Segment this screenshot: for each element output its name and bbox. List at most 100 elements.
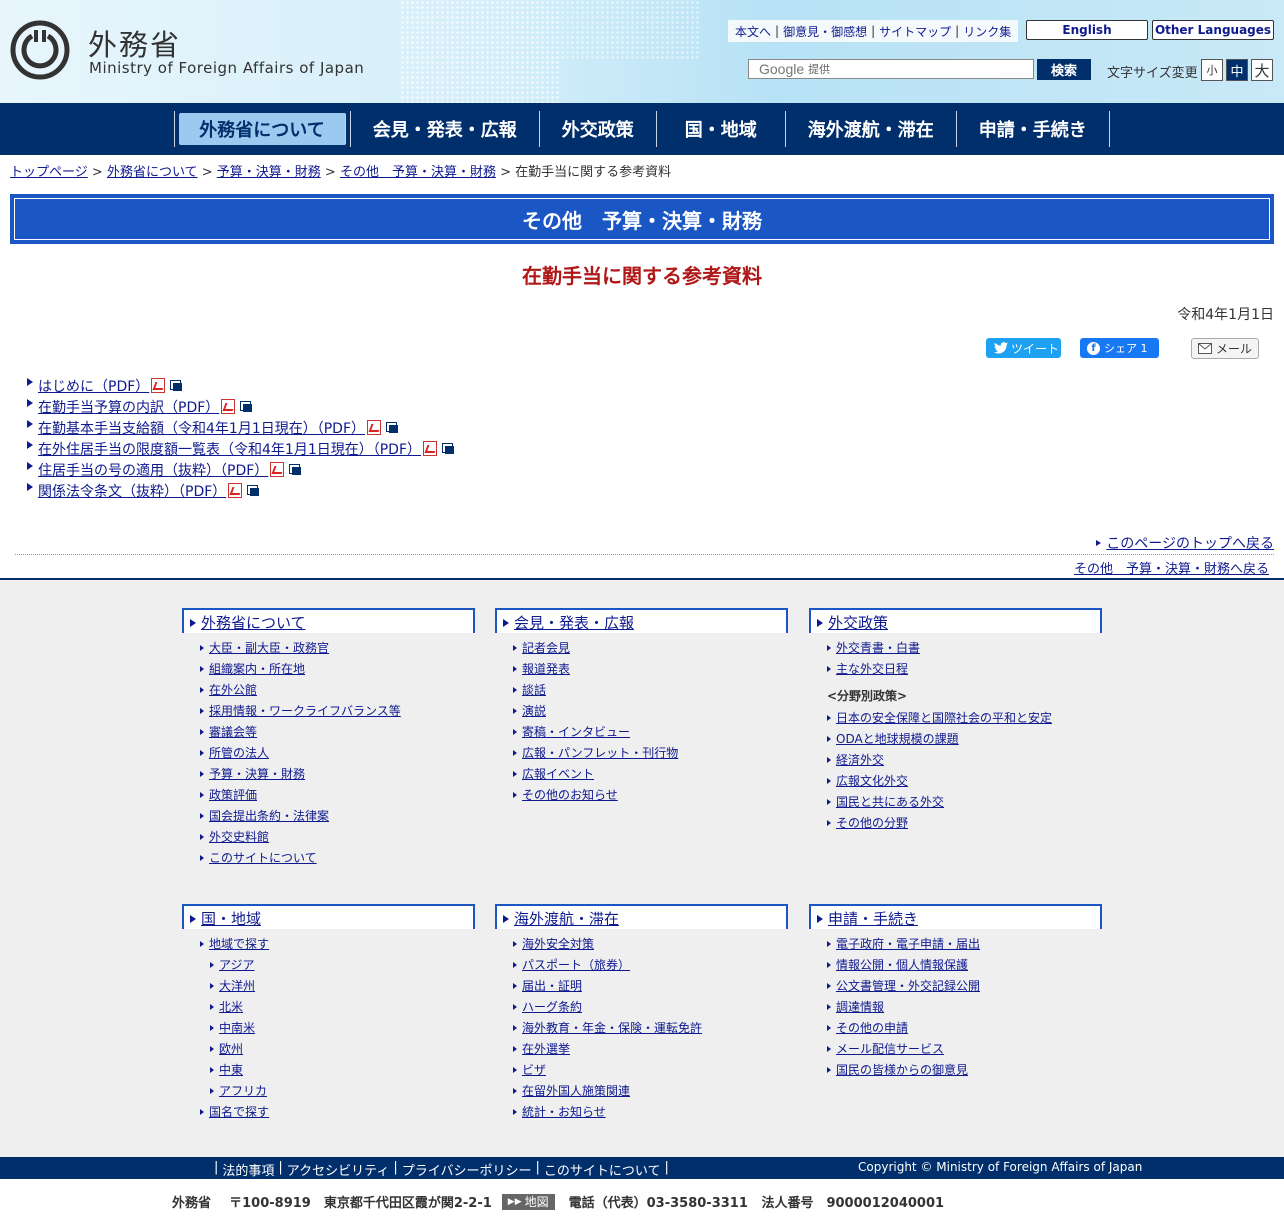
footer-link[interactable]: その他のお知らせ [522,786,618,803]
new-window-icon[interactable] [170,380,183,391]
footer-link[interactable]: 公文書管理・外交記録公開 [836,977,980,994]
footer-link[interactable]: 審議会等 [209,723,257,740]
footer-link[interactable]: 所管の法人 [209,744,269,761]
footer-link[interactable]: 情報公開・個人情報保護 [836,956,968,973]
footer-link[interactable]: 談話 [522,681,546,698]
logo-english[interactable]: Ministry of Foreign Affairs of Japan [89,59,364,77]
footer-link[interactable]: 地域で探す [209,935,269,952]
breadcrumb-link[interactable]: 予算・決算・財務 [217,165,321,180]
links-link[interactable]: リンク集 [960,23,1014,40]
footer-link[interactable]: 海外安全対策 [522,935,594,952]
mail-share-button[interactable]: メール [1191,338,1259,359]
footer-link[interactable]: 中東 [219,1061,243,1078]
footer-link[interactable]: アフリカ [219,1082,267,1099]
about-site-link[interactable]: このサイトについて [544,1160,661,1179]
footer-column-title[interactable]: 海外渡航・滞在 [514,908,619,929]
document-link[interactable]: 在勤手当予算の内訳（PDF） [38,397,219,417]
footer-link[interactable]: 報道発表 [522,660,570,677]
footer-link[interactable]: 欧州 [219,1040,243,1057]
footer-link[interactable]: 国名で探す [209,1103,269,1120]
footer-link[interactable]: 届出・証明 [522,977,582,994]
footer-link[interactable]: 組織案内・所在地 [209,660,305,677]
footer-link[interactable]: 調達情報 [836,998,884,1015]
footer-link[interactable]: 大臣・副大臣・政務官 [209,639,329,656]
footer-link[interactable]: 海外教育・年金・保険・運転免許 [522,1019,702,1036]
skip-to-content-link[interactable]: 本文へ [732,23,774,40]
footer-link[interactable]: 広報文化外交 [836,772,908,789]
document-link[interactable]: 関係法令条文（抜粋）（PDF） [38,481,226,501]
map-button[interactable]: ▶▶ 地図 [501,1193,555,1210]
footer-column-title[interactable]: 国・地域 [201,908,261,929]
new-window-icon[interactable] [289,464,302,475]
footer-link[interactable]: 北米 [219,998,243,1015]
font-size-medium-button[interactable]: 中 [1226,59,1248,81]
footer-link[interactable]: 外交史料館 [209,828,269,845]
font-size-large-button[interactable]: 大 [1251,59,1273,81]
breadcrumb-link[interactable]: 外務省について [107,165,198,180]
feedback-link[interactable]: 御意見・御感想 [780,23,870,40]
new-window-icon[interactable] [240,401,253,412]
footer-link[interactable]: 在留外国人施策関連 [522,1082,630,1099]
footer-link[interactable]: メール配信サービス [836,1040,944,1057]
footer-link[interactable]: 国民と共にある外交 [836,793,944,810]
footer-link[interactable]: 中南米 [219,1019,255,1036]
footer-link[interactable]: 広報イベント [522,765,594,782]
footer-link[interactable]: ビザ [522,1061,546,1078]
footer-link[interactable]: 国民の皆様からの御意見 [836,1061,968,1078]
footer-column-title[interactable]: 外務省について [201,612,306,633]
search-button[interactable]: 検索 [1037,59,1091,80]
new-window-icon[interactable] [386,422,398,433]
footer-link[interactable]: 国会提出条約・法律案 [209,807,329,824]
new-window-icon[interactable] [442,443,454,454]
footer-link[interactable]: 電子政府・電子申請・届出 [836,935,980,952]
mofa-emblem-icon[interactable] [10,20,70,80]
footer-link[interactable]: 政策評価 [209,786,257,803]
nav-item-press[interactable]: 会見・発表・広報 [351,111,540,147]
footer-column-title[interactable]: 会見・発表・広報 [514,612,634,633]
footer-link[interactable]: 大洋州 [219,977,255,994]
new-window-icon[interactable] [247,485,260,496]
document-link[interactable]: はじめに（PDF） [38,376,149,396]
footer-link[interactable]: 経済外交 [836,751,884,768]
footer-link[interactable]: 寄稿・インタビュー [522,723,630,740]
footer-link[interactable]: 外交青書・白書 [836,639,920,656]
nav-item-about[interactable]: 外務省について [179,113,346,145]
english-button[interactable]: English [1026,20,1148,40]
footer-link[interactable]: アジア [219,956,255,973]
footer-link[interactable]: その他の申請 [836,1019,908,1036]
footer-link[interactable]: 記者会見 [522,639,570,656]
nav-item-policy[interactable]: 外交政策 [540,111,657,147]
logo-japanese[interactable]: 外務省 [88,22,181,64]
accessibility-link[interactable]: アクセシビリティ [287,1160,390,1179]
facebook-share-button[interactable]: f シェア 1 [1080,338,1159,358]
nav-item-region[interactable]: 国・地域 [657,111,786,147]
footer-link[interactable]: パスポート（旅券） [522,956,630,973]
privacy-link[interactable]: プライバシーポリシー [402,1160,532,1179]
breadcrumb-link[interactable]: トップページ [10,165,88,180]
footer-link[interactable]: 在外公館 [209,681,257,698]
footer-link[interactable]: 日本の安全保障と国際社会の平和と安定 [836,709,1052,726]
search-input[interactable]: Google 提供 [748,59,1034,79]
footer-link[interactable]: 在外選挙 [522,1040,570,1057]
document-link[interactable]: 在勤基本手当支給額（令和4年1月1日現在）（PDF） [38,418,365,438]
back-to-section-link[interactable]: その他 予算・決算・財務へ戻る [1074,562,1269,577]
legal-link[interactable]: 法的事項 [222,1160,274,1179]
document-link[interactable]: 住居手当の号の適用（抜粋）（PDF） [38,460,268,480]
breadcrumb-link[interactable]: その他 予算・決算・財務 [340,165,496,180]
footer-link[interactable]: 採用情報・ワークライフバランス等 [209,702,401,719]
footer-link[interactable]: ODAと地球規模の課題 [836,730,959,747]
tweet-button[interactable]: ツイート [986,338,1061,358]
other-languages-button[interactable]: Other Languages [1152,20,1274,40]
footer-link[interactable]: 広報・パンフレット・刊行物 [522,744,678,761]
footer-link[interactable]: 予算・決算・財務 [209,765,305,782]
sitemap-link[interactable]: サイトマップ [876,23,954,40]
nav-item-procedures[interactable]: 申請・手続き [957,111,1110,147]
page-top-link[interactable]: このページのトップへ戻る [1106,536,1274,552]
footer-link[interactable]: 主な外交日程 [836,660,908,677]
footer-link[interactable]: 演説 [522,702,546,719]
footer-link[interactable]: このサイトについて [209,849,317,866]
footer-column-title[interactable]: 外交政策 [828,612,888,633]
footer-link[interactable]: その他の分野 [836,814,908,831]
document-link[interactable]: 在外住居手当の限度額一覧表（令和4年1月1日現在）（PDF） [38,439,421,459]
footer-column-title[interactable]: 申請・手続き [828,908,918,929]
